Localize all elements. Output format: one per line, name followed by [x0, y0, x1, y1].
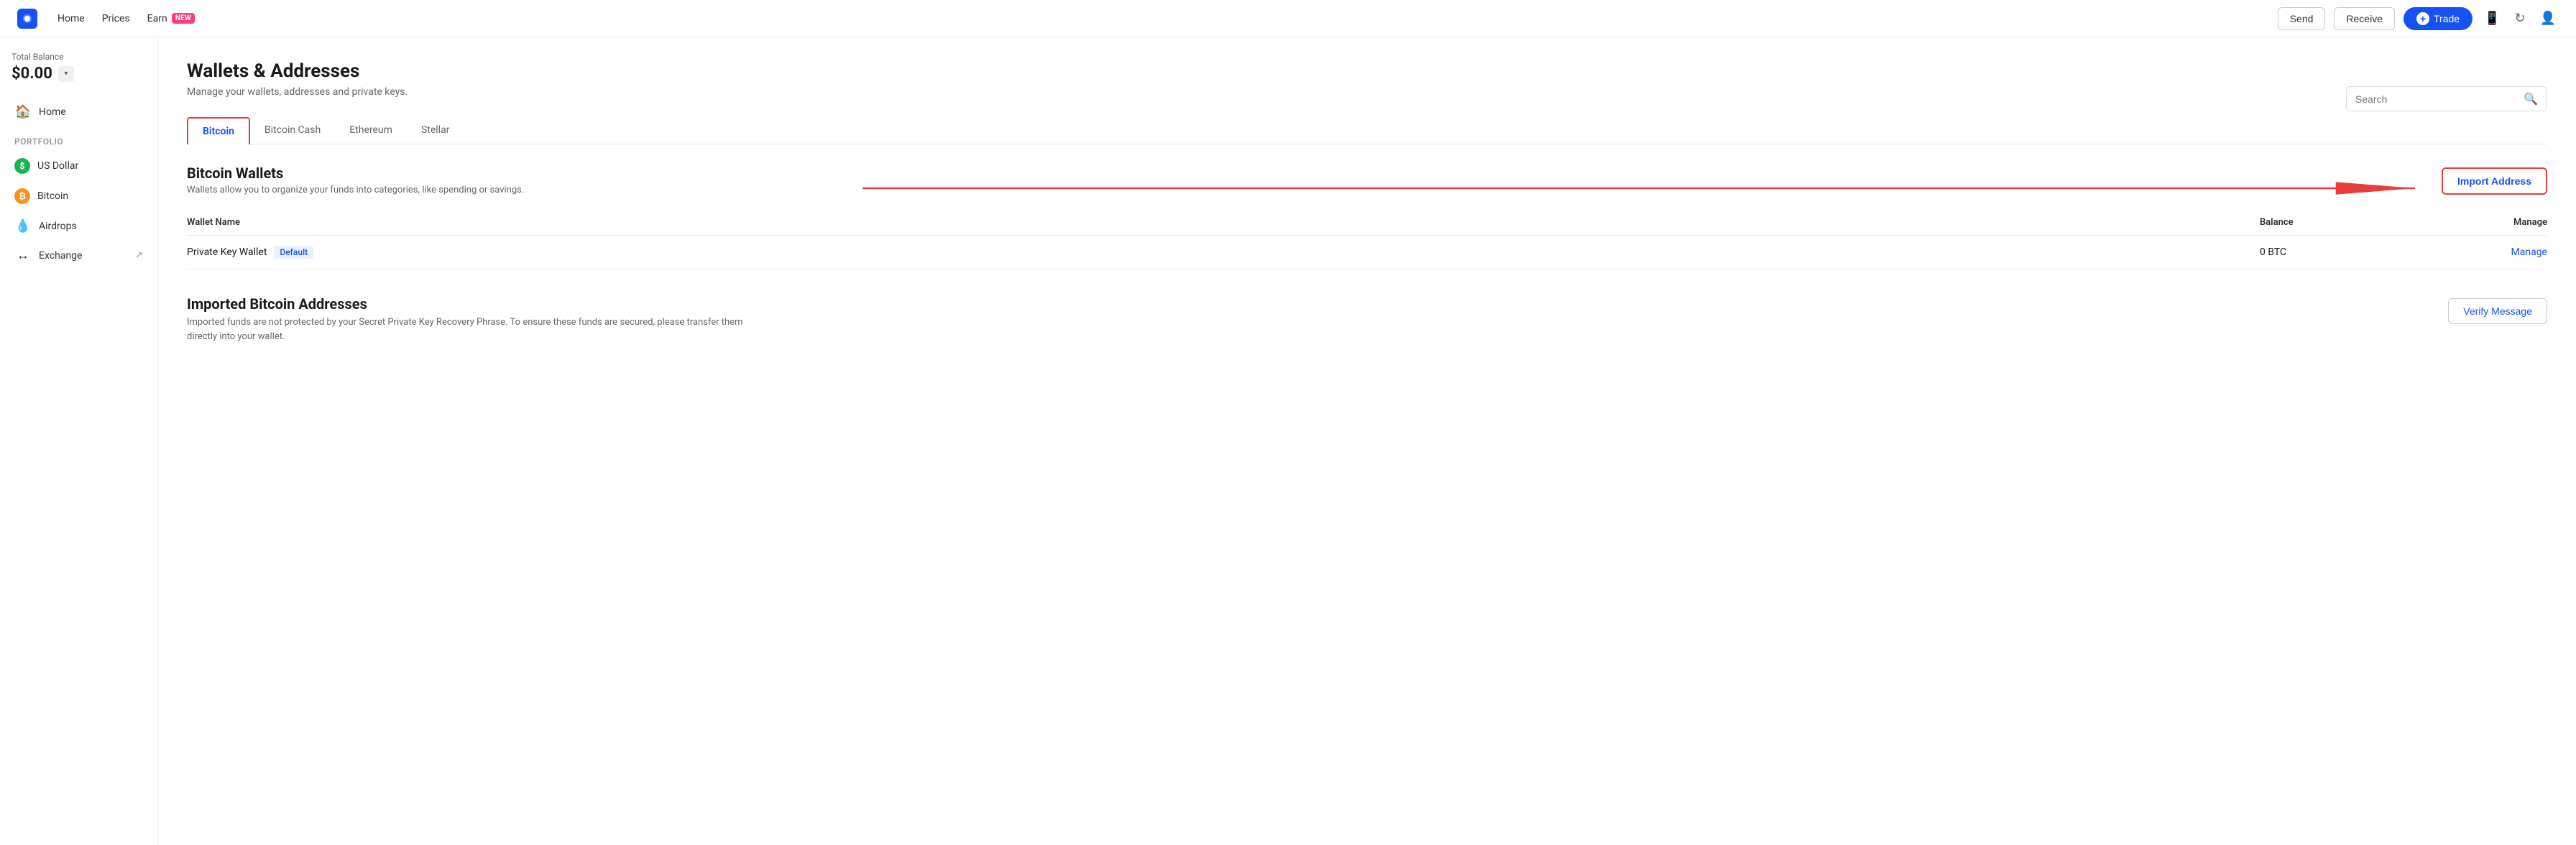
- tab-stellar[interactable]: Stellar: [407, 117, 464, 144]
- search-icon[interactable]: 🔍: [2524, 92, 2538, 106]
- default-badge: Default: [274, 246, 313, 259]
- tabs-row: Bitcoin Bitcoin Cash Ethereum Stellar: [187, 117, 2547, 144]
- sidebar-home-label: Home: [39, 106, 66, 118]
- verify-message-button[interactable]: Verify Message: [2448, 298, 2547, 324]
- imported-section-desc: Imported funds are not protected by your…: [187, 315, 748, 343]
- usd-icon: $: [14, 158, 30, 174]
- refresh-icon[interactable]: ↻: [2511, 8, 2528, 29]
- row-wallet-balance: 0 BTC: [2260, 246, 2404, 258]
- col-header-manage: Manage: [2404, 217, 2547, 228]
- nav-links: Home Prices Earn NEW: [58, 13, 195, 24]
- trade-plus-icon: +: [2416, 12, 2429, 25]
- trade-button[interactable]: + Trade: [2404, 7, 2472, 30]
- search-box: 🔍: [2346, 86, 2547, 111]
- page-title: Wallets & Addresses: [187, 60, 2547, 82]
- sidebar-item-airdrops[interactable]: 💧 Airdrops: [0, 211, 157, 241]
- row-wallet-name: Private Key Wallet Default: [187, 246, 2260, 259]
- nav-earn-label: Earn: [147, 13, 167, 24]
- trade-label: Trade: [2434, 13, 2460, 24]
- btc-icon: ₿: [14, 188, 30, 204]
- logo-icon[interactable]: [17, 9, 37, 29]
- balance-amount: $0.00: [12, 65, 52, 83]
- imported-header: Imported Bitcoin Addresses Imported fund…: [187, 295, 2547, 343]
- sidebar: Total Balance $0.00 ▾ 🏠 Home Portfolio $…: [0, 37, 158, 845]
- balance-row: $0.00 ▾: [12, 65, 146, 83]
- tab-ethereum[interactable]: Ethereum: [335, 117, 407, 144]
- nav-left: Home Prices Earn NEW: [17, 9, 195, 29]
- main-content: Wallets & Addresses Manage your wallets,…: [158, 37, 2576, 845]
- table-header: Wallet Name Balance Manage: [187, 210, 2547, 236]
- balance-label: Total Balance: [12, 52, 146, 62]
- search-area: 🔍: [187, 86, 2547, 111]
- imported-section: Imported Bitcoin Addresses Imported fund…: [187, 295, 2547, 343]
- external-link-icon: ↗: [135, 250, 143, 261]
- sidebar-usdollar-label: US Dollar: [37, 160, 78, 172]
- import-address-button[interactable]: Import Address: [2442, 167, 2547, 195]
- tab-bitcoin-cash[interactable]: Bitcoin Cash: [250, 117, 335, 144]
- nav-right: Send Receive + Trade 📱 ↻ 👤: [2278, 7, 2559, 30]
- row-wallet-name-text: Private Key Wallet: [187, 246, 267, 258]
- sidebar-airdrops-label: Airdrops: [39, 221, 77, 232]
- imported-section-info: Imported Bitcoin Addresses Imported fund…: [187, 295, 748, 343]
- send-button[interactable]: Send: [2278, 7, 2326, 30]
- earn-new-badge: NEW: [172, 13, 195, 24]
- balance-chevron-button[interactable]: ▾: [58, 66, 74, 82]
- wallets-section-desc: Wallets allow you to organize your funds…: [187, 185, 524, 195]
- exchange-icon: ↔: [14, 248, 32, 263]
- imported-section-title: Imported Bitcoin Addresses: [187, 295, 748, 313]
- user-icon[interactable]: 👤: [2537, 8, 2559, 29]
- home-icon: 🏠: [14, 104, 32, 119]
- sidebar-item-exchange[interactable]: ↔ Exchange ↗: [0, 241, 157, 270]
- nav-earn[interactable]: Earn NEW: [147, 13, 195, 24]
- col-header-name: Wallet Name: [187, 217, 2260, 228]
- sidebar-bitcoin-label: Bitcoin: [37, 190, 68, 202]
- col-header-balance: Balance: [2260, 217, 2404, 228]
- receive-button[interactable]: Receive: [2334, 7, 2395, 30]
- sidebar-item-usdollar[interactable]: $ US Dollar: [0, 151, 157, 181]
- wallets-section-title: Bitcoin Wallets: [187, 165, 524, 182]
- sidebar-item-bitcoin[interactable]: ₿ Bitcoin: [0, 181, 157, 211]
- layout: Total Balance $0.00 ▾ 🏠 Home Portfolio $…: [0, 37, 2576, 845]
- wallets-section-header: Bitcoin Wallets Wallets allow you to org…: [187, 165, 2547, 195]
- nav-home[interactable]: Home: [58, 13, 85, 24]
- wallets-section-info: Bitcoin Wallets Wallets allow you to org…: [187, 165, 524, 195]
- sidebar-exchange-label: Exchange: [39, 250, 82, 262]
- row-manage-link[interactable]: Manage: [2404, 246, 2547, 258]
- airdrops-icon: 💧: [14, 218, 32, 234]
- search-input[interactable]: [2355, 93, 2518, 105]
- total-balance-area: Total Balance $0.00 ▾: [0, 52, 157, 97]
- wallet-table: Wallet Name Balance Manage Private Key W…: [187, 210, 2547, 269]
- portfolio-section-label: Portfolio: [0, 126, 157, 151]
- sidebar-item-home[interactable]: 🏠 Home: [0, 97, 157, 126]
- table-row: Private Key Wallet Default 0 BTC Manage: [187, 236, 2547, 269]
- mobile-icon[interactable]: 📱: [2481, 8, 2503, 29]
- top-nav: Home Prices Earn NEW Send Receive + Trad…: [0, 0, 2576, 37]
- nav-prices[interactable]: Prices: [102, 13, 130, 24]
- tab-bitcoin[interactable]: Bitcoin: [187, 117, 250, 144]
